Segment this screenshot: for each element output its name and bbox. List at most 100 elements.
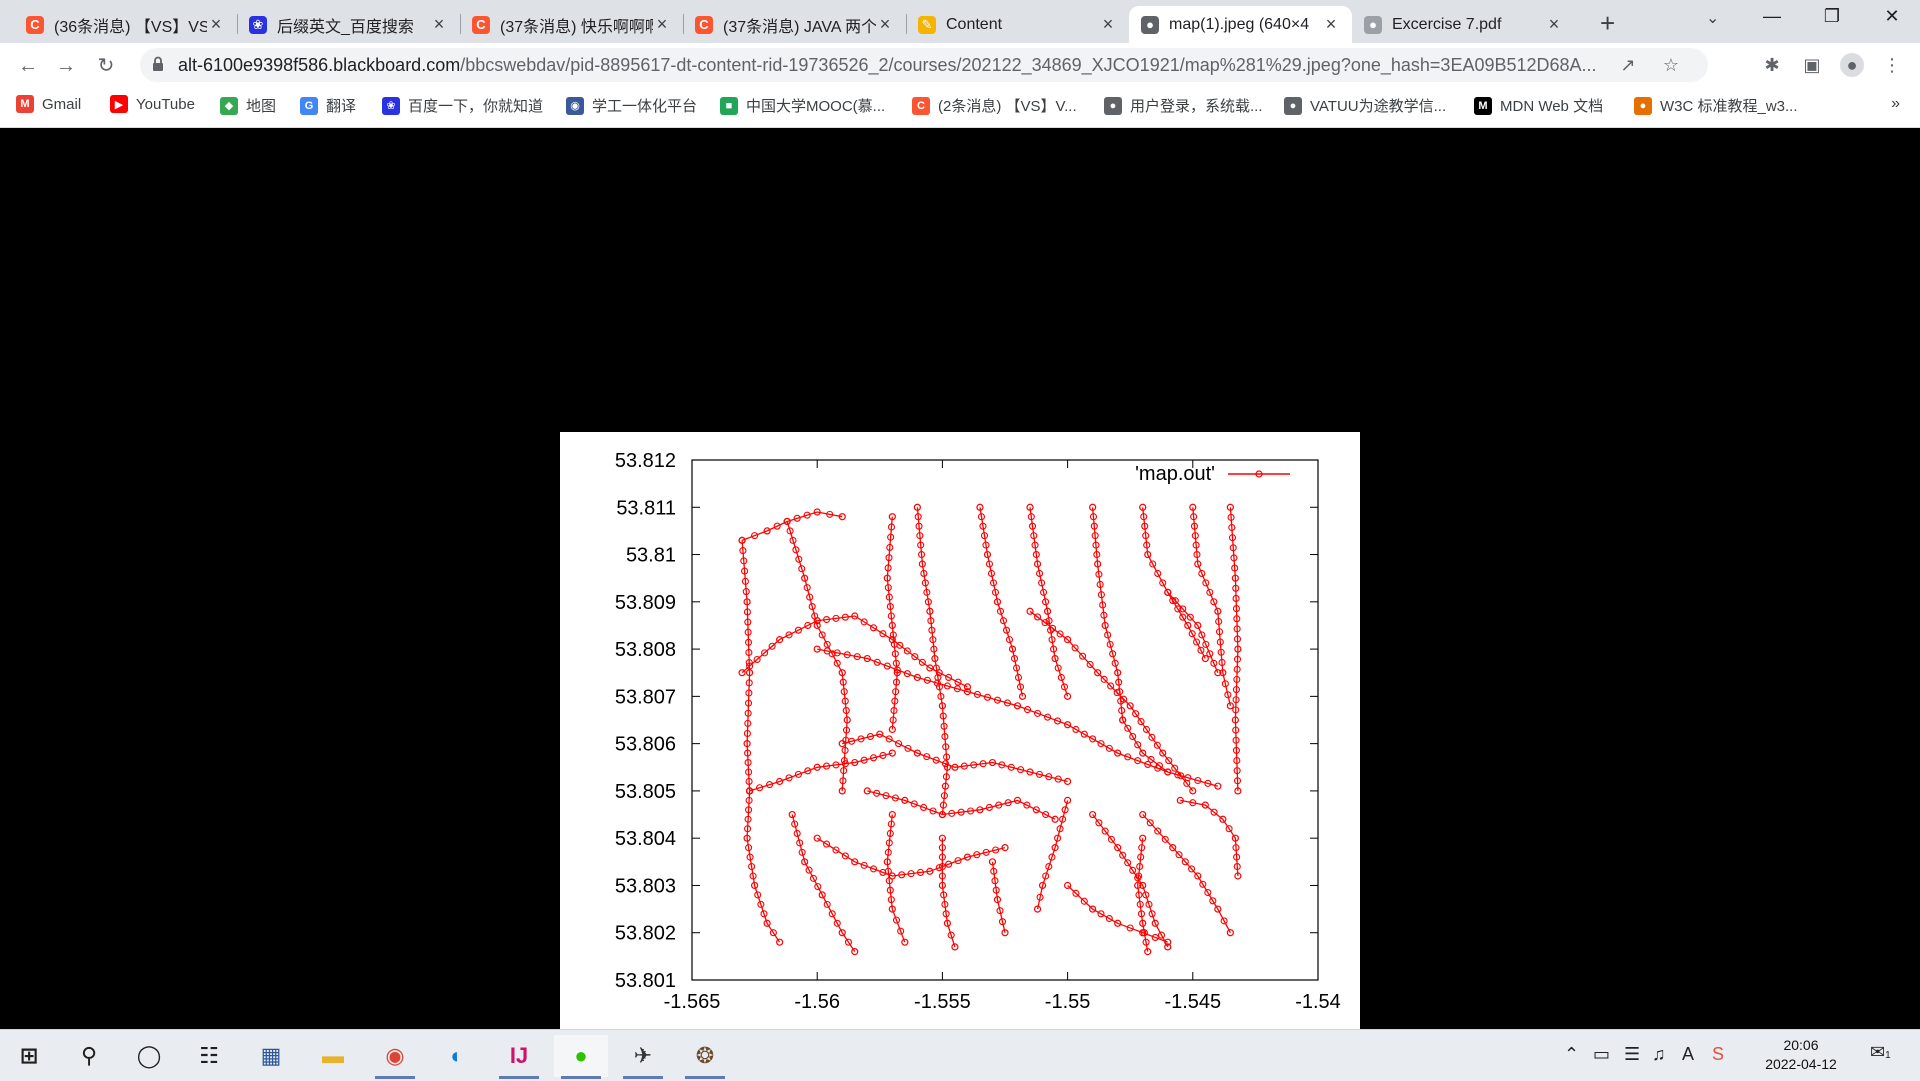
translate-icon: G (300, 96, 318, 115)
profile-avatar[interactable]: ● (1840, 53, 1864, 77)
bookmarks-overflow-icon[interactable]: » (1891, 95, 1900, 113)
bookmark-label: 百度一下，你就知道 (408, 98, 544, 115)
tab-title: map(1).jpeg (640×4 (1169, 15, 1310, 33)
bookmark-item[interactable]: M MDN Web 文档 (1474, 95, 1603, 116)
bookmark-item[interactable]: ◆ 地图 (220, 95, 276, 116)
back-button[interactable]: ← (14, 52, 42, 80)
close-tab-icon[interactable]: × (876, 14, 894, 35)
tab-search-icon[interactable]: ⌄ (1706, 8, 1719, 28)
restore-icon[interactable]: ❐ (1812, 6, 1852, 27)
bookmark-item[interactable]: ● W3C 标准教程_w3... (1634, 95, 1798, 116)
legend-label: 'map.out' (1135, 463, 1215, 485)
toolbar: ← → ↻ alt-6100e9398f586.blackboard.com/b… (0, 43, 1920, 87)
bookmark-label: 中国大学MOOC(慕... (746, 98, 886, 115)
app-icon[interactable]: ✈ (616, 1035, 670, 1079)
ime-icon[interactable]: A (1682, 1044, 1694, 1065)
extensions-icon[interactable]: ✱ (1760, 53, 1784, 77)
tab[interactable]: ● map(1).jpeg (640×4 × (1129, 6, 1352, 43)
notification-icon[interactable]: ✉1 (1870, 1042, 1891, 1063)
csdn-icon: C (472, 15, 490, 34)
globe-icon: ● (1104, 96, 1122, 115)
clock-date: 2022-04-12 (1765, 1056, 1837, 1072)
globe-icon: ● (1141, 15, 1159, 34)
tab-title: 后缀英文_百度搜索 (277, 18, 414, 36)
bookmark-item[interactable]: G 翻译 (300, 95, 356, 116)
app-icon-2[interactable]: ❂ (678, 1035, 732, 1079)
menu-icon[interactable]: ⋮ (1880, 53, 1904, 77)
address-bar[interactable]: alt-6100e9398f586.blackboard.com/bbcsweb… (140, 48, 1708, 82)
file-explorer-icon[interactable]: ▬ (306, 1035, 360, 1077)
start-button[interactable]: ⊞ (2, 1035, 56, 1077)
close-tab-icon[interactable]: × (430, 14, 448, 35)
cortana-icon[interactable]: ◯ (122, 1035, 176, 1077)
bookmark-star-icon[interactable]: ☆ (1659, 53, 1683, 77)
bookmark-item[interactable]: ■ 中国大学MOOC(慕... (720, 95, 885, 116)
edge-icon[interactable]: ◐ (430, 1035, 484, 1077)
task-view-icon[interactable]: ☷ (182, 1035, 236, 1077)
bookmark-item[interactable]: M Gmail (16, 95, 81, 113)
reload-button[interactable]: ↻ (92, 52, 120, 80)
tab[interactable]: C (37条消息) 快乐啊啊啊 × (460, 6, 683, 43)
x-tick-label: -1.55 (1045, 991, 1091, 1013)
minimize-icon[interactable]: — (1752, 6, 1792, 27)
bookmark-label: 地图 (246, 98, 277, 115)
close-tab-icon[interactable]: × (1545, 14, 1563, 35)
close-tab-icon[interactable]: × (1322, 14, 1340, 35)
clock[interactable]: 20:06 2022-04-12 (1756, 1036, 1846, 1074)
bookmarks-bar: » M Gmail ▶ YouTube ◆ 地图 G 翻译 ❀ 百度一下，你就知道 ◉ 学工一体化平台… (0, 87, 1920, 128)
bookmark-item[interactable]: ◉ 学工一体化平台 (566, 95, 697, 116)
maps-icon: ◆ (220, 96, 238, 115)
y-tick-label: 53.806 (615, 734, 676, 756)
youtube-icon: ▶ (110, 95, 128, 113)
battery-icon[interactable]: ▭ (1593, 1044, 1610, 1065)
side-panel-icon[interactable]: ▣ (1800, 53, 1824, 77)
tab-title: Excercise 7.pdf (1392, 15, 1502, 33)
bookmark-item[interactable]: ▶ YouTube (110, 95, 195, 113)
y-tick-label: 53.808 (615, 639, 676, 661)
bookmark-item[interactable]: ❀ 百度一下，你就知道 (382, 95, 543, 116)
volume-icon[interactable]: ♫ (1652, 1044, 1666, 1065)
close-tab-icon[interactable]: × (1099, 14, 1117, 35)
show-hidden-icons[interactable]: ⌃ (1564, 1044, 1579, 1065)
forward-button[interactable]: → (52, 52, 80, 80)
tab[interactable]: C (37条消息) JAVA 两个 × (683, 6, 906, 43)
image-viewer: 53.812 53.811 53.81 53.809 53.808 53.807 53.80… (0, 128, 1920, 1032)
y-tick-label: 53.812 (615, 450, 676, 472)
sogou-icon[interactable]: S (1712, 1044, 1724, 1065)
y-tick-label: 53.807 (615, 686, 676, 708)
bookmark-label: 用户登录，系统载... (1130, 98, 1263, 115)
url-text[interactable]: alt-6100e9398f586.blackboard.com/bbcsweb… (178, 55, 1638, 76)
bookmark-item[interactable]: C (2条消息) 【VS】V... (912, 95, 1077, 116)
bookmark-item[interactable]: ● VATUU为途教学信... (1284, 95, 1446, 116)
y-tick-label: 53.809 (615, 592, 676, 614)
globe-icon: ● (1284, 96, 1302, 115)
tab[interactable]: ❀ 后缀英文_百度搜索 × (237, 6, 460, 43)
mdn-icon: M (1474, 96, 1492, 115)
tab[interactable]: ● Excercise 7.pdf × (1352, 6, 1575, 43)
share-icon[interactable]: ↗ (1616, 53, 1640, 77)
close-tab-icon[interactable]: × (207, 14, 225, 35)
y-tick-label: 53.811 (616, 497, 676, 519)
store-icon[interactable]: ▦ (244, 1035, 298, 1077)
search-icon[interactable]: ⚲ (62, 1035, 116, 1077)
globe-icon: ● (1364, 15, 1382, 34)
tab[interactable]: C (36条消息) 【VS】VS × (14, 6, 237, 43)
bookmark-item[interactable]: ● 用户登录，系统载... (1104, 95, 1263, 116)
close-window-icon[interactable]: ✕ (1872, 6, 1912, 27)
close-tab-icon[interactable]: × (653, 14, 671, 35)
notification-count: 1 (1885, 1050, 1891, 1061)
new-tab-button[interactable]: + (1600, 8, 1615, 39)
gmail-icon: M (16, 95, 34, 113)
intellij-icon[interactable]: IJ (492, 1035, 546, 1079)
chrome-icon[interactable]: ◉ (368, 1035, 422, 1079)
blackboard-icon: ✎ (918, 15, 936, 34)
lock-icon (153, 56, 163, 71)
x-tick-label: -1.56 (794, 991, 840, 1013)
bookmark-label: YouTube (136, 95, 195, 113)
x-tick-label: -1.555 (914, 991, 971, 1013)
y-tick-label: 53.81 (626, 545, 676, 567)
tab[interactable]: ✎ Content × (906, 6, 1129, 43)
network-icon[interactable]: ☰ (1624, 1044, 1640, 1065)
wechat-icon[interactable]: ● (554, 1035, 608, 1079)
x-tick-label: -1.565 (664, 991, 721, 1013)
